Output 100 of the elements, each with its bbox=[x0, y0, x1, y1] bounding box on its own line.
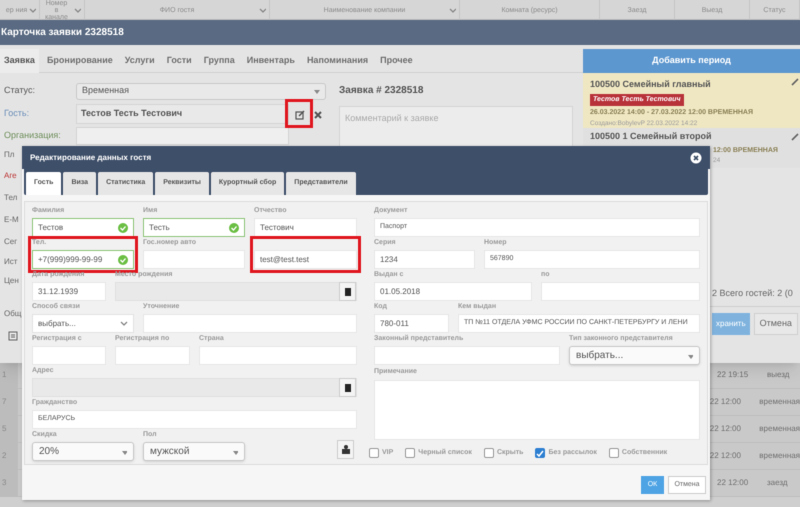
pencil-icon[interactable] bbox=[791, 132, 799, 141]
field-label: Ист bbox=[4, 257, 18, 268]
field-label: Организация: bbox=[4, 129, 62, 142]
caret-icon bbox=[232, 448, 238, 454]
note-field[interactable] bbox=[374, 380, 700, 440]
field-value: Тестович bbox=[260, 222, 294, 234]
input-field[interactable]: test@test.test bbox=[254, 250, 357, 269]
table-cell: выезд bbox=[767, 369, 790, 381]
caret-icon bbox=[121, 448, 127, 454]
field-label: Пл bbox=[4, 150, 14, 161]
field-value: Тесть bbox=[149, 222, 170, 234]
table-cell: временная bbox=[759, 423, 800, 435]
dialog-title: Редактирование данных гостя bbox=[30, 152, 152, 164]
field-label: Аге bbox=[4, 171, 17, 182]
checkbox[interactable] bbox=[484, 448, 494, 458]
select-field[interactable]: 20% bbox=[32, 442, 134, 461]
status-select[interactable]: Временная bbox=[76, 82, 326, 100]
select-field[interactable]: выбрать... bbox=[32, 314, 134, 333]
select-value: выбрать... bbox=[38, 318, 76, 330]
list-icon[interactable] bbox=[8, 331, 18, 341]
check-icon bbox=[118, 254, 128, 264]
tab[interactable]: Инвентарь bbox=[242, 49, 299, 73]
field-value: Тестов bbox=[38, 222, 64, 234]
input-field[interactable]: 31.12.1939 bbox=[32, 282, 106, 301]
lookup-button[interactable] bbox=[339, 378, 356, 397]
guest-field[interactable]: Тестов Тесть Тестович bbox=[76, 104, 289, 124]
sort-icon[interactable] bbox=[449, 7, 456, 13]
lookup-button[interactable] bbox=[339, 282, 356, 301]
select-value: 20% bbox=[39, 445, 60, 459]
table-cell-text: 22 12:00 bbox=[710, 450, 742, 462]
chevron-icon bbox=[120, 320, 128, 327]
tab[interactable]: Заявка bbox=[0, 49, 39, 73]
caret-icon bbox=[687, 352, 693, 358]
input-field[interactable] bbox=[115, 346, 190, 365]
input-field[interactable] bbox=[541, 282, 700, 301]
tab[interactable]: Гости bbox=[162, 49, 196, 73]
input-field[interactable]: +7(999)999-99-99 bbox=[32, 250, 134, 269]
input-field[interactable]: 780-011 bbox=[374, 314, 449, 333]
input-field[interactable]: Тесть bbox=[143, 218, 245, 237]
field-label: Общ bbox=[4, 309, 22, 320]
field-value: 01.05.2018 bbox=[380, 286, 420, 298]
checkbox[interactable] bbox=[405, 448, 416, 458]
check-icon bbox=[229, 222, 239, 232]
close-icon[interactable] bbox=[690, 152, 702, 164]
period-title: 100500 1 Семейный второй bbox=[590, 130, 712, 143]
tab[interactable]: Прочее bbox=[376, 49, 417, 73]
field-label: Гость: bbox=[4, 107, 30, 120]
input-field[interactable]: Тестович bbox=[254, 218, 357, 237]
input-field[interactable] bbox=[115, 282, 357, 301]
select-field[interactable]: мужской bbox=[143, 442, 245, 461]
field-value: 31.12.1939 bbox=[38, 286, 78, 298]
input-field[interactable]: 1234 bbox=[374, 250, 475, 269]
checkbox[interactable] bbox=[535, 448, 546, 458]
tab[interactable]: Услуги bbox=[120, 49, 159, 73]
input-field[interactable] bbox=[199, 346, 357, 365]
request-title: Заявка # 2328518 bbox=[339, 84, 424, 98]
select-value: выбрать... bbox=[576, 349, 624, 363]
input-field[interactable]: 01.05.2018 bbox=[374, 282, 532, 301]
sort-icon[interactable] bbox=[74, 7, 81, 13]
table-cell: временная bbox=[759, 450, 800, 462]
field-value: +7(999)999-99-99 bbox=[38, 254, 102, 266]
table-cell-text: 22 19:15 bbox=[717, 369, 750, 381]
organization-field[interactable] bbox=[76, 127, 289, 145]
select-value: Временная bbox=[82, 84, 130, 98]
pencil-icon[interactable] bbox=[791, 77, 799, 86]
field-value: test@test.test bbox=[260, 254, 310, 266]
table-cell-text: 22 12:00 bbox=[710, 396, 742, 408]
tab[interactable]: Группа bbox=[200, 49, 239, 73]
book-icon bbox=[344, 384, 350, 392]
input-field[interactable] bbox=[143, 250, 245, 269]
caret-icon bbox=[313, 88, 320, 94]
table-cell-text: 22 12:00 bbox=[710, 423, 742, 435]
sort-icon[interactable] bbox=[259, 7, 266, 13]
check-icon bbox=[118, 222, 128, 232]
field-value: 780-011 bbox=[380, 318, 409, 330]
guest-total: 2 Всего гостей: 2 (0 bbox=[712, 286, 793, 300]
input-field[interactable] bbox=[32, 346, 106, 365]
sort-icon[interactable] bbox=[29, 7, 36, 13]
edit-icon[interactable] bbox=[295, 108, 305, 120]
field-value: 1234 bbox=[380, 254, 398, 266]
field-value: Тестов Тесть Тестович bbox=[81, 107, 182, 120]
cancel-button[interactable]: Отмена bbox=[754, 313, 798, 335]
input-field[interactable]: Тестов bbox=[32, 218, 134, 237]
checkbox[interactable] bbox=[369, 448, 379, 458]
input-field[interactable] bbox=[143, 314, 357, 333]
close-icon[interactable] bbox=[313, 110, 322, 118]
table-cell-text: 22 12:00 bbox=[717, 477, 750, 489]
checkbox[interactable] bbox=[608, 448, 619, 458]
field-label: E-M bbox=[4, 215, 19, 226]
check-icon bbox=[536, 450, 544, 457]
select-field[interactable]: выбрать... bbox=[569, 346, 700, 365]
field-label: Сег bbox=[4, 237, 18, 248]
input-field[interactable] bbox=[32, 378, 357, 397]
tab[interactable]: Напоминания bbox=[302, 49, 372, 73]
select-value: мужской bbox=[150, 445, 190, 459]
field-label: Цен bbox=[4, 276, 19, 287]
window-title: Карточка заявки 2328518 bbox=[1, 26, 124, 40]
tab[interactable]: Бронирование bbox=[42, 49, 117, 73]
input-field[interactable] bbox=[374, 346, 560, 365]
person-button[interactable] bbox=[337, 440, 354, 459]
